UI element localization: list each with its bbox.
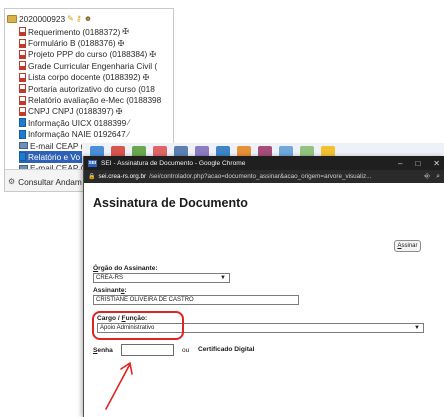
lock-icon: 🔒 (88, 174, 96, 180)
folder-icon (7, 15, 17, 23)
tree-item[interactable]: Relatório avaliação e-Mec (0188398 (19, 94, 173, 106)
pdf-document-icon (19, 106, 26, 116)
search-icon[interactable]: ⌕ (436, 173, 440, 181)
key-icon[interactable]: ⚷ (76, 15, 82, 23)
pdf-document-icon (19, 49, 26, 59)
tree-item-label: Informação UICX 0188399 (28, 117, 127, 128)
close-button[interactable]: ✕ (433, 159, 440, 168)
tree-item-label: Portaria autorizativo do curso (018 (28, 83, 155, 94)
sei-app-icon: SEI (88, 159, 97, 167)
pdf-document-icon (19, 38, 26, 48)
tree-item-status-icon: ✠ (122, 27, 129, 37)
tree-item-label: Grade Curricular Engenharia Civil ( (28, 60, 158, 71)
pdf-document-icon (19, 27, 26, 37)
tree-item-status-icon: ✠ (117, 38, 125, 48)
tree-item-status-icon: ✠ (142, 72, 150, 82)
tree-item-label: Relatório e Vo (28, 151, 81, 162)
tree-item-status-icon: ∕ (128, 118, 130, 128)
window-title: SEI - Assinatura de Documento - Google C… (101, 159, 246, 167)
internal-document-icon (19, 152, 26, 162)
tree-item[interactable]: Informação NAIE 0192647 ∕ (19, 129, 173, 140)
tree-item-label: Lista corpo docente (0188392) (28, 72, 141, 83)
pdf-document-icon (19, 84, 26, 94)
tree-item[interactable]: Requerimento (0188372) ✠ (19, 26, 173, 37)
tree-item-label: CNPJ CNPJ (0188397) (28, 106, 114, 117)
wrench-icon: ⚙ (8, 176, 16, 186)
tree-item-label: Requerimento (0188372) (28, 26, 121, 37)
signature-form: Assinatura de Documento Assinar Órgão do… (84, 183, 444, 417)
url-host: sei.crea-rs.org.br (98, 173, 147, 180)
signature-window: SEI SEI - Assinatura de Documento - Goog… (83, 156, 444, 417)
window-titlebar[interactable]: SEI SEI - Assinatura de Documento - Goog… (84, 156, 444, 170)
url-path: /sei/controlador.php?acao=documento_assi… (149, 173, 372, 180)
pdf-document-icon (19, 61, 26, 71)
tree-item[interactable]: Formulário B (0188376) ✠ (19, 37, 173, 49)
minimize-button[interactable]: – (398, 159, 402, 168)
tree-item[interactable]: Lista corpo docente (0188392) ✠ (19, 72, 173, 83)
internal-document-icon (19, 129, 26, 139)
tree-item-status-icon: ∕ (127, 129, 130, 139)
tree-item-status-icon: ✠ (149, 49, 157, 59)
tree-item[interactable]: Projeto PPP do curso (0188384) ✠ (19, 49, 173, 60)
tree-item-label: Formulário B (0188376) (28, 38, 116, 49)
tree-item[interactable]: Portaria autorizativo do curso (018 (19, 83, 173, 94)
consultar-andamento-label: Consultar Andam (18, 176, 82, 187)
pdf-document-icon (19, 72, 26, 82)
tree-item-label: Projeto PPP do curso (0188384) (28, 49, 148, 60)
internal-document-icon (19, 118, 26, 128)
tree-item[interactable]: CNPJ CNPJ (0188397) ✠ (19, 106, 173, 117)
process-number[interactable]: 2020000923 (19, 14, 65, 24)
tree-item-label: Informação NAIE 0192647 (28, 129, 126, 140)
address-bar[interactable]: 🔒 sei.crea-rs.org.br/sei/controlador.php… (84, 170, 444, 183)
pdf-document-icon (19, 95, 26, 105)
pencil-icon[interactable]: ✎ (67, 15, 74, 23)
maximize-button[interactable]: □ (415, 159, 420, 168)
user-icon[interactable]: ☻ (84, 15, 92, 23)
tree-item-status-icon: ✠ (115, 106, 123, 116)
tree-item[interactable]: Informação UICX 0188399 ∕ (19, 117, 173, 128)
tree-item-label: Relatório avaliação e-Mec (0188398 (28, 95, 162, 106)
tree-item[interactable]: Grade Curricular Engenharia Civil ( (19, 60, 173, 71)
tree-item-label: E-mail CEAP ( (30, 140, 84, 151)
red-arrow-annotation (105, 362, 133, 410)
process-tree-root[interactable]: 2020000923 ✎ ⚷ ☻ (7, 13, 92, 25)
key-icon[interactable]: ⎆ (424, 173, 430, 181)
email-document-icon (19, 142, 28, 150)
